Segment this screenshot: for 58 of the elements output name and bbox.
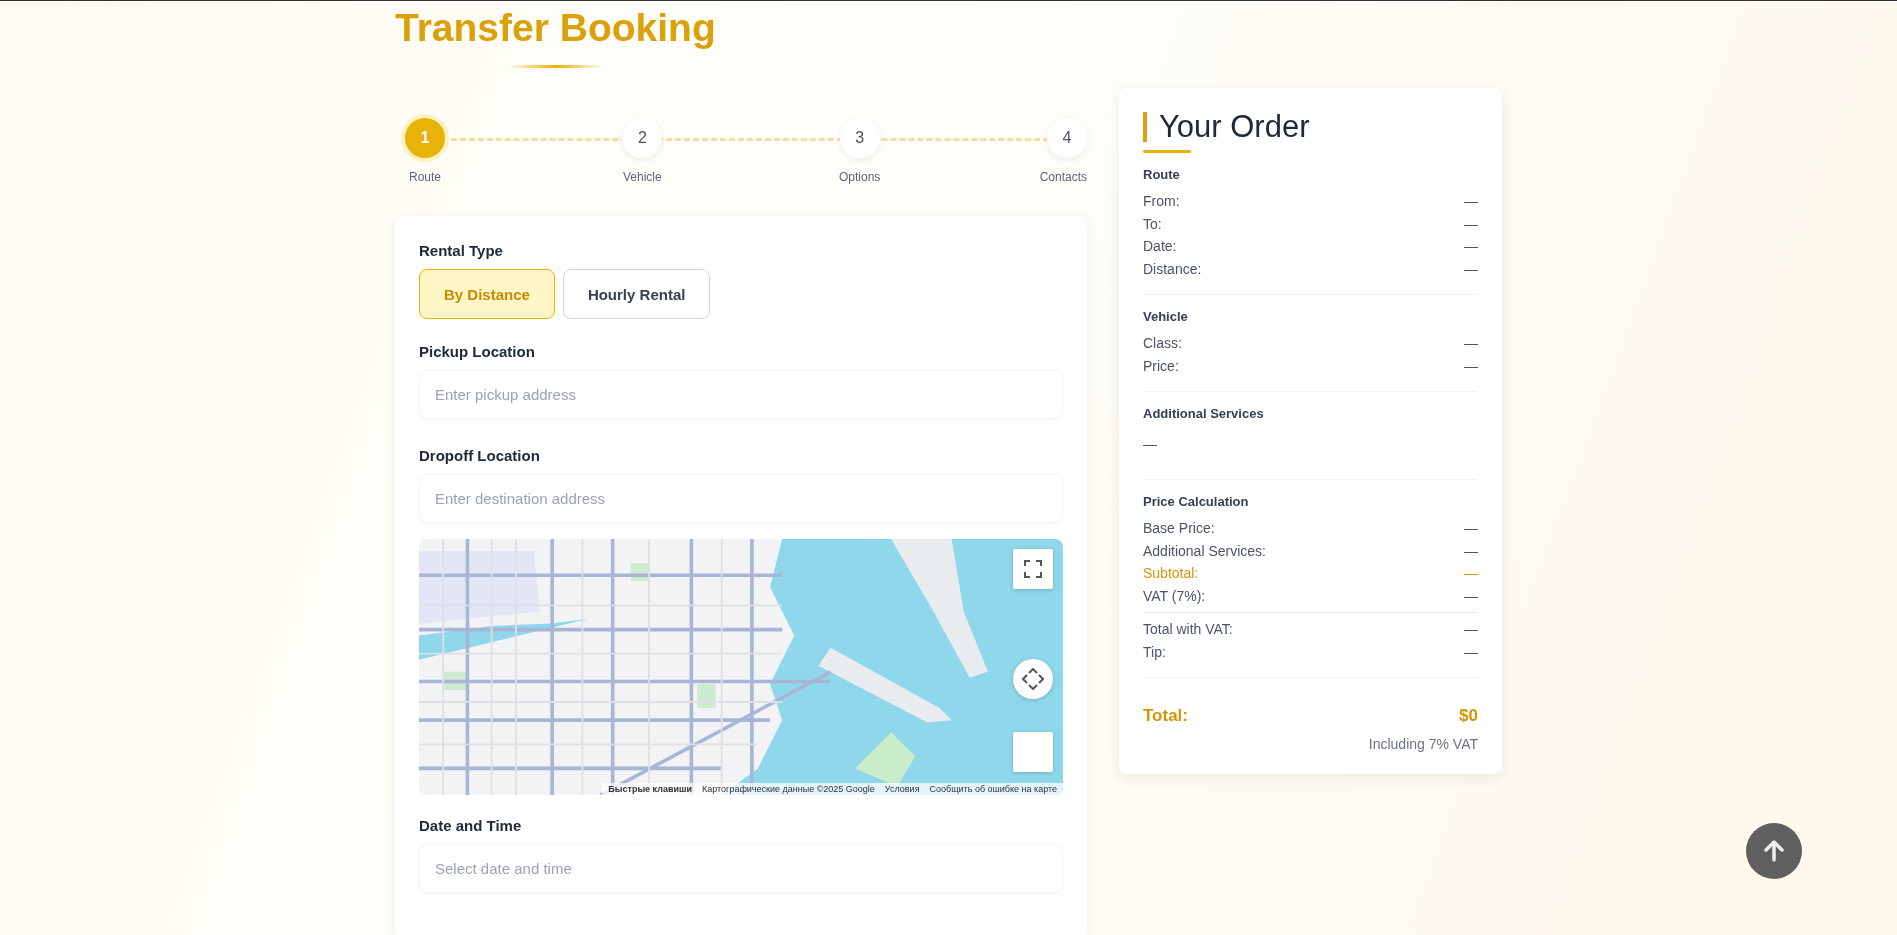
attribution-link[interactable]: Сообщить об ошибке на карте: [929, 784, 1057, 794]
order-row-label: Total with VAT:: [1143, 620, 1233, 639]
section-heading: Route: [1143, 167, 1181, 182]
order-row-value: —: [1464, 642, 1478, 662]
order-row-label: Class:: [1143, 334, 1182, 353]
field-label: Dropoff Location: [419, 447, 540, 464]
order-row-value: —: [1464, 564, 1478, 583]
order-row-value: —: [1464, 214, 1478, 234]
order-row-label: Price:: [1143, 356, 1179, 376]
order-row-label: Base Price:: [1143, 519, 1215, 538]
order-row-label: Tip:: [1143, 642, 1166, 662]
total-value: $0: [1459, 706, 1478, 726]
section-heading: Additional Services: [1143, 406, 1265, 421]
step-label: Route: [409, 170, 441, 184]
order-row-value: —: [1464, 237, 1478, 256]
order-row-value: —: [1464, 356, 1478, 376]
order-row-label: Date:: [1143, 237, 1177, 256]
attribution-link[interactable]: Быстрые клавиши: [608, 784, 693, 794]
scroll-top-button[interactable]: [1746, 823, 1802, 879]
page-title: Transfer Booking: [395, 5, 716, 51]
move-icon: [1022, 668, 1044, 690]
field-label: Rental Type: [419, 242, 503, 259]
order-row-value: —: [1464, 620, 1478, 639]
order-row-value: —: [1464, 519, 1478, 538]
step-label: Vehicle: [622, 170, 662, 184]
dropoff-input[interactable]: Enter destination address: [419, 474, 1063, 523]
empty-value: —: [1143, 435, 1158, 454]
order-row-value: —: [1464, 586, 1478, 606]
order-row-label: To:: [1143, 214, 1162, 234]
order-row-value: —: [1464, 259, 1478, 279]
fullscreen-button[interactable]: [1013, 549, 1053, 589]
field-label: Pickup Location: [419, 343, 535, 360]
order-row-label: VAT (7%):: [1143, 586, 1206, 606]
datetime-input[interactable]: Select date and time: [419, 844, 1063, 893]
step-circle[interactable]: 4: [1047, 118, 1087, 158]
attribution-link[interactable]: Условия: [884, 784, 920, 794]
order-row-label: Distance:: [1143, 259, 1202, 279]
section-heading: Price Calculation: [1143, 494, 1250, 509]
arrow-up-icon: [1761, 838, 1787, 864]
order-row-label: From:: [1143, 192, 1180, 211]
step-circle[interactable]: 2: [622, 118, 663, 158]
vat-note: Including 7% VAT: [1368, 736, 1478, 752]
order-row-value: —: [1464, 192, 1478, 211]
order-row-value: —: [1464, 334, 1478, 353]
step-label: Options: [838, 170, 881, 184]
attribution-link[interactable]: Картографические данные ©2025 Google: [702, 784, 875, 794]
order-row-label: Subtotal:: [1143, 564, 1199, 583]
order-row-label: Additional Services:: [1143, 541, 1266, 561]
step-circle[interactable]: 3: [839, 118, 880, 158]
pickup-input[interactable]: Enter pickup address: [419, 370, 1063, 419]
order-row-value: —: [1464, 541, 1478, 561]
fullscreen-icon: [1024, 560, 1042, 578]
step-label: Contacts: [1039, 170, 1087, 184]
field-label: Date and Time: [419, 817, 522, 834]
total-label: Total:: [1143, 706, 1188, 726]
section-heading: Vehicle: [1143, 309, 1189, 324]
order-title: Your Order: [1143, 112, 1310, 142]
rental-type-button[interactable]: Hourly Rental: [562, 269, 711, 319]
